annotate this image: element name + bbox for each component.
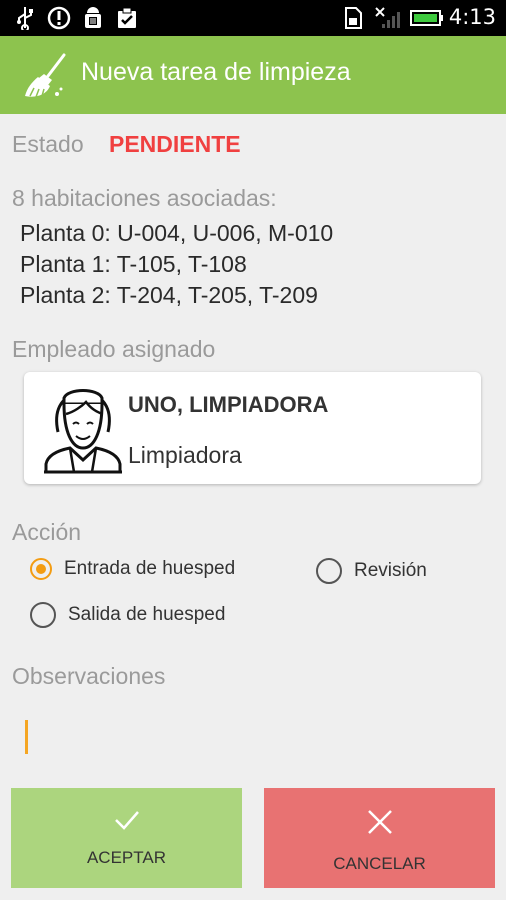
radio-salida-huesped[interactable]: Salida de huesped	[30, 602, 225, 628]
planta-line: Planta 0: U-004, U-006, M-010	[20, 220, 334, 246]
observaciones-label: Observaciones	[12, 663, 166, 689]
planta-line: Planta 1: T-105, T-108	[20, 251, 247, 277]
estado-label: Estado	[12, 131, 84, 157]
cleaning-lady-icon	[44, 384, 122, 474]
empleado-label: Empleado asignado	[12, 336, 216, 362]
no-signal-icon	[374, 6, 404, 30]
clock-time: 4:13	[448, 5, 496, 29]
alert-icon	[46, 6, 72, 30]
radio-label: Revisión	[354, 560, 427, 581]
usb-icon	[12, 6, 38, 30]
app-bar: Nueva tarea de limpieza	[0, 36, 506, 114]
close-icon	[366, 808, 394, 836]
planta-line: Planta 2: T-204, T-205, T-209	[20, 282, 318, 308]
habitaciones-title: 8 habitaciones asociadas:	[12, 185, 277, 211]
employee-card[interactable]: UNO, LIMPIADORA Limpiadora	[24, 372, 481, 484]
radio-unchecked-icon[interactable]	[30, 602, 56, 628]
observaciones-input[interactable]	[20, 700, 486, 770]
battery-icon	[410, 6, 444, 30]
android-debug-icon	[80, 6, 106, 30]
status-bar: 4:13	[0, 0, 506, 36]
cancel-label: CANCELAR	[333, 854, 426, 873]
radio-revision[interactable]: Revisión	[316, 558, 427, 584]
employee-name: UNO, LIMPIADORA	[128, 392, 329, 417]
accept-button[interactable]: ACEPTAR	[11, 788, 242, 888]
check-icon	[113, 806, 141, 834]
sd-card-icon	[342, 6, 364, 30]
employee-role: Limpiadora	[128, 442, 242, 468]
accion-label: Acción	[12, 519, 82, 545]
radio-checked-icon[interactable]	[30, 558, 52, 580]
status-badge: PENDIENTE	[109, 131, 241, 157]
radio-label: Entrada de huesped	[64, 558, 236, 579]
cancel-button[interactable]: CANCELAR	[264, 788, 495, 888]
accept-label: ACEPTAR	[86, 848, 167, 867]
clipboard-check-icon	[114, 6, 140, 30]
page-title: Nueva tarea de limpieza	[81, 58, 351, 86]
radio-label: Salida de huesped	[68, 604, 226, 625]
broom-icon	[24, 52, 68, 100]
radio-unchecked-icon[interactable]	[316, 558, 342, 584]
text-cursor	[25, 720, 28, 754]
radio-entrada-huesped[interactable]: Entrada de huesped	[30, 558, 235, 580]
